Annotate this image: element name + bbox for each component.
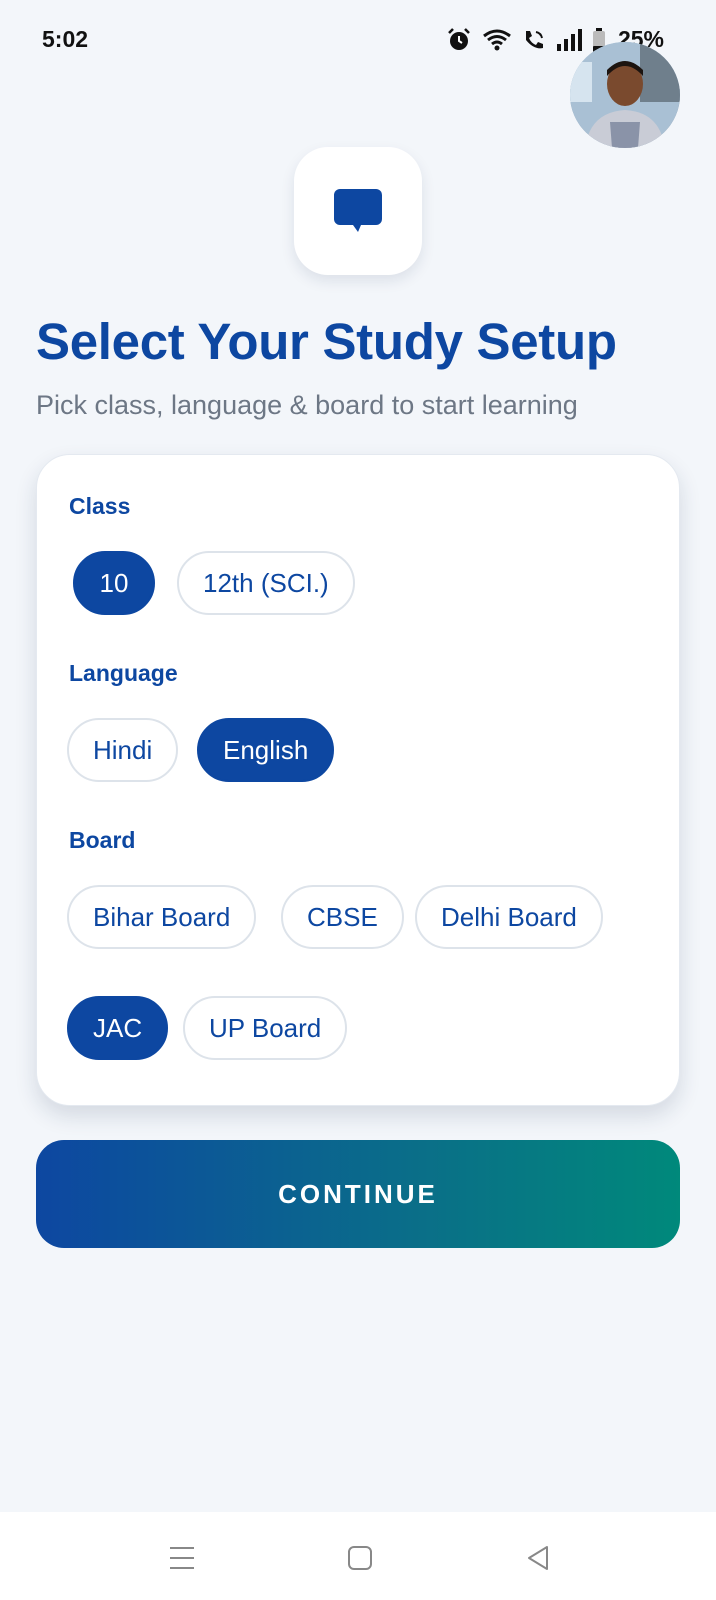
language-option-hindi[interactable]: Hindi: [67, 718, 179, 782]
avatar[interactable]: [570, 42, 680, 148]
page-subtitle: Pick class, language & board to start le…: [36, 390, 578, 420]
menu-icon[interactable]: [164, 1540, 200, 1576]
alarm-icon: [446, 27, 472, 53]
board-label: Board: [69, 827, 136, 853]
board-option-up[interactable]: UP Board: [183, 996, 348, 1060]
class-option-12th-sci[interactable]: 12th (SCI.): [177, 551, 355, 615]
app-logo: [294, 147, 422, 275]
status-time: 5:02: [42, 26, 89, 52]
signal-icon: [556, 28, 582, 51]
study-setup-card: Class 10 12th (SCI.) Language Hindi Engl…: [36, 454, 680, 1106]
language-option-english[interactable]: English: [197, 718, 335, 782]
class-option-10[interactable]: 10: [73, 551, 155, 615]
board-option-cbse[interactable]: CBSE: [281, 885, 404, 949]
board-option-jac[interactable]: JAC: [67, 996, 169, 1060]
class-label: Class: [69, 493, 131, 519]
back-icon[interactable]: [520, 1540, 556, 1576]
page-title: Select Your Study Setup: [36, 313, 617, 370]
person-icon: [570, 42, 680, 148]
board-option-bihar[interactable]: Bihar Board: [67, 885, 257, 949]
continue-button[interactable]: CONTINUE: [36, 1140, 680, 1248]
system-nav-bar: [0, 1512, 716, 1600]
language-label: Language: [69, 660, 178, 686]
board-option-delhi[interactable]: Delhi Board: [415, 885, 603, 949]
home-icon[interactable]: [342, 1540, 378, 1576]
wifi-icon: [482, 28, 512, 52]
wifi-call-icon: [522, 28, 546, 52]
chat-bubble-icon: [334, 189, 382, 232]
